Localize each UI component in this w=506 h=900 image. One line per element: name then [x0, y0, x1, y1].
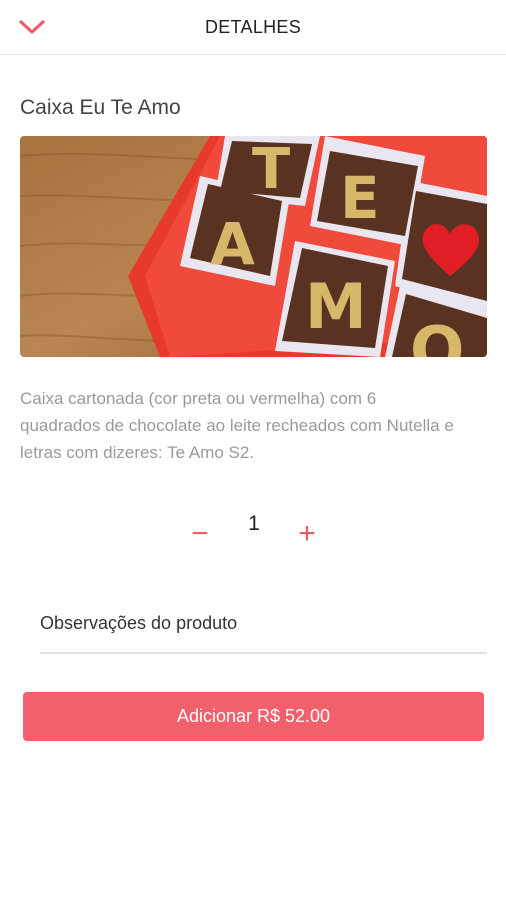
- product-notes-field: [40, 600, 487, 654]
- product-notes-input[interactable]: [40, 600, 487, 646]
- decrease-quantity-button[interactable]: −: [180, 514, 220, 554]
- product-name: Caixa Eu Te Amo: [20, 96, 181, 119]
- app-header: DETALHES: [0, 0, 506, 55]
- increase-quantity-button[interactable]: +: [287, 514, 327, 554]
- quantity-stepper: − 1 +: [0, 510, 506, 554]
- image-letter: O: [410, 314, 464, 357]
- quantity-value: 1: [248, 512, 260, 535]
- back-button[interactable]: [14, 12, 50, 42]
- image-letter: T: [252, 137, 290, 202]
- image-letter: M: [305, 270, 367, 343]
- page-title: DETALHES: [204, 16, 302, 37]
- add-to-cart-button[interactable]: Adicionar R$ 52.00: [23, 692, 484, 741]
- chevron-down-icon: [19, 20, 45, 34]
- product-image: T E A M O: [20, 136, 487, 357]
- image-letter: E: [340, 164, 380, 232]
- image-letter: A: [210, 210, 255, 278]
- product-description: Caixa cartonada (cor preta ou vermelha) …: [20, 389, 454, 462]
